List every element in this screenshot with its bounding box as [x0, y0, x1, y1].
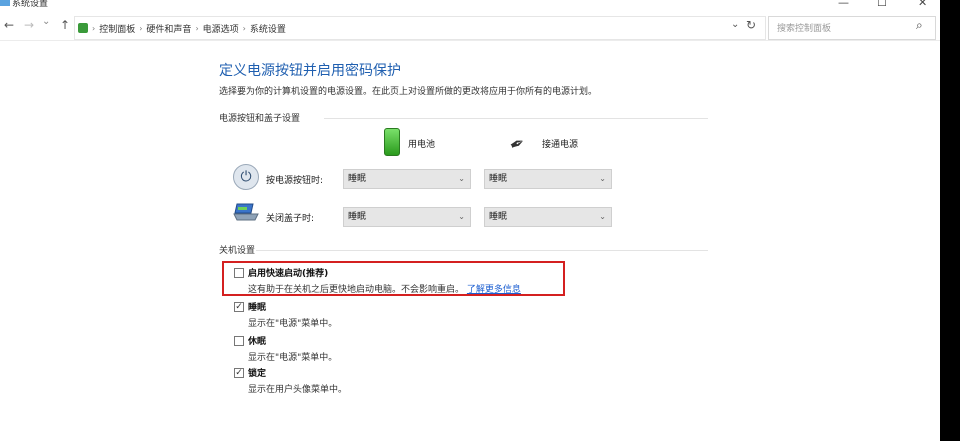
power-icon: ⏻ [233, 164, 259, 190]
breadcrumb-system-settings[interactable]: 系统设置 [250, 22, 286, 35]
power-button-battery-select[interactable]: 睡眠 ⌄ [343, 169, 471, 189]
close-button[interactable]: ✕ [918, 0, 927, 9]
breadcrumb-separator: › [242, 23, 246, 33]
maximize-button[interactable]: ☐ [877, 0, 887, 9]
forward-button[interactable]: → [24, 18, 34, 32]
chevron-down-icon: ⌄ [599, 212, 606, 221]
minimize-button[interactable]: — [838, 0, 849, 9]
recent-locations-button[interactable]: ⌄ [42, 16, 50, 27]
address-dropdown-icon[interactable]: ⌄ [731, 19, 739, 30]
search-icon[interactable]: ⌕ [916, 18, 923, 33]
plug-icon: ✒ [506, 131, 529, 158]
breadcrumb-hardware-sound[interactable]: 硬件和声音 [146, 22, 191, 35]
battery-icon [384, 128, 400, 156]
laptop-lid-icon [233, 202, 259, 222]
lock-label: 锁定 [248, 369, 267, 379]
control-panel-icon [78, 23, 88, 33]
power-button-plugged-select[interactable]: 睡眠 ⌄ [484, 169, 612, 189]
breadcrumb-separator: › [195, 23, 199, 33]
lock-checkbox[interactable]: ✓ [234, 368, 244, 378]
sleep-label: 睡眠 [248, 303, 267, 313]
sleep-checkbox[interactable]: ✓ [234, 302, 244, 312]
up-button[interactable]: ↑ [60, 18, 70, 32]
breadcrumb-power-options[interactable]: 电源选项 [203, 22, 239, 35]
breadcrumb-separator: › [139, 23, 143, 33]
section-divider [324, 118, 708, 119]
lid-close-battery-select[interactable]: 睡眠 ⌄ [343, 207, 471, 227]
sleep-description: 显示在"电源"菜单中。 [248, 319, 338, 329]
refresh-icon[interactable]: ↻ [746, 18, 756, 32]
section-power-buttons: 电源按钮和盖子设置 [219, 114, 301, 124]
column-battery-label: 用电池 [408, 140, 436, 150]
select-value: 睡眠 [489, 174, 508, 184]
search-input[interactable] [775, 20, 909, 38]
breadcrumb: › 控制面板 › 硬件和声音 › 电源选项 › 系统设置 [78, 20, 286, 36]
hibernate-label: 休眠 [248, 337, 267, 347]
page-title: 定义电源按钮并启用密码保护 [219, 63, 401, 79]
select-value: 睡眠 [348, 212, 367, 222]
select-value: 睡眠 [348, 174, 367, 184]
window-icon [0, 0, 10, 6]
back-button[interactable]: ← [4, 18, 14, 32]
chevron-down-icon: ⌄ [458, 212, 465, 221]
screen-edge [940, 0, 960, 441]
section-divider [256, 250, 708, 251]
lid-close-label: 关闭盖子时: [266, 214, 315, 224]
page-description: 选择要为你的计算机设置的电源设置。在此页上对设置所做的更改将应用于你所有的电源计… [219, 87, 598, 97]
lock-description: 显示在用户头像菜单中。 [248, 385, 348, 395]
highlight-box [222, 261, 565, 296]
breadcrumb-control-panel[interactable]: 控制面板 [99, 22, 135, 35]
select-value: 睡眠 [489, 212, 508, 222]
chevron-down-icon: ⌄ [458, 174, 465, 183]
hibernate-description: 显示在"电源"菜单中。 [248, 353, 338, 363]
column-plugged-label: 接通电源 [542, 140, 579, 150]
title-bar [0, 0, 940, 12]
hibernate-checkbox[interactable] [234, 336, 244, 346]
lid-close-plugged-select[interactable]: 睡眠 ⌄ [484, 207, 612, 227]
search-box[interactable] [768, 16, 936, 40]
chevron-down-icon: ⌄ [599, 174, 606, 183]
breadcrumb-separator: › [92, 23, 96, 33]
window-title: 系统设置 [12, 0, 49, 9]
power-button-label: 按电源按钮时: [266, 176, 324, 186]
section-shutdown-settings: 关机设置 [219, 246, 256, 256]
